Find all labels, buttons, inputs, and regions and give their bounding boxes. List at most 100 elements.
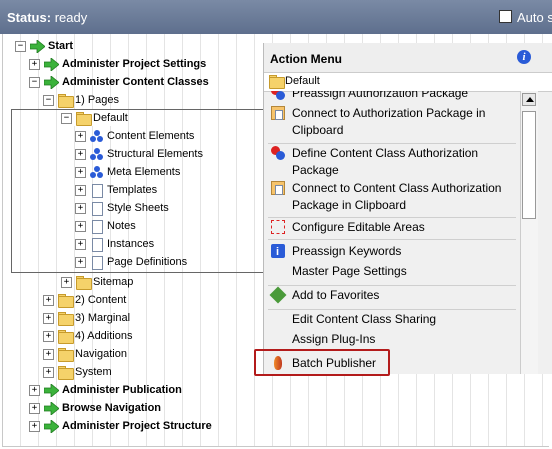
tree-node-structural-elements[interactable]: + Structural Elements xyxy=(75,146,203,162)
tree-node-notes[interactable]: + Notes xyxy=(75,218,136,234)
expand-icon[interactable]: + xyxy=(75,166,86,178)
expand-icon[interactable]: + xyxy=(43,294,54,306)
tree-node-label: 3) Marginal xyxy=(75,312,131,325)
tree-node-meta-elements[interactable]: + Meta Elements xyxy=(75,164,180,180)
expand-icon[interactable]: + xyxy=(75,238,86,250)
expand-icon[interactable]: + xyxy=(61,276,72,288)
package-icon xyxy=(271,181,285,195)
tree-node-navigation[interactable]: + Navigation xyxy=(43,346,127,362)
menu-item-label: Edit Content Class Sharing xyxy=(292,312,437,326)
tree-node-admin-project-settings[interactable]: + Administer Project Settings xyxy=(29,56,206,72)
menu-item-preassign-keywords[interactable]: Preassign Keywords xyxy=(268,243,516,261)
tree-node-style-sheets[interactable]: + Style Sheets xyxy=(75,200,169,216)
tree-node-default[interactable]: − Default xyxy=(61,110,128,126)
tree-node-admin-publication[interactable]: + Administer Publication xyxy=(29,382,182,398)
folder-icon xyxy=(58,311,74,326)
scroll-thumb[interactable] xyxy=(522,111,536,219)
menu-item-label: Connect to Content Class Authorization P… xyxy=(292,181,502,212)
expand-icon[interactable]: + xyxy=(29,384,40,396)
status-value: ready xyxy=(54,10,88,25)
menu-item-assign-plugins[interactable]: Assign Plug-Ins xyxy=(268,331,516,349)
collapse-icon[interactable]: − xyxy=(61,112,72,124)
expand-icon[interactable]: + xyxy=(29,402,40,414)
expand-icon[interactable]: + xyxy=(75,256,86,268)
elements-icon xyxy=(90,165,104,179)
expand-icon[interactable]: + xyxy=(75,130,86,142)
green-arrow-icon xyxy=(29,38,46,54)
expand-icon[interactable]: + xyxy=(43,348,54,360)
tree-node-content[interactable]: +2) Content xyxy=(43,292,126,308)
expand-icon[interactable]: + xyxy=(29,58,40,70)
menu-item-define-cc-auth[interactable]: Define Content Class Authorization Packa… xyxy=(268,145,516,181)
menu-item-configure-editable[interactable]: Configure Editable Areas xyxy=(268,219,516,237)
tree-node-label: Meta Elements xyxy=(107,166,181,179)
tree-node-label: Style Sheets xyxy=(107,202,169,215)
info-icon[interactable]: i xyxy=(517,50,531,64)
tree-node-content-elements[interactable]: + Content Elements xyxy=(75,128,194,144)
tree-node-instances[interactable]: + Instances xyxy=(75,236,154,252)
tree-node-label: Navigation xyxy=(75,348,127,361)
green-arrow-icon xyxy=(43,418,60,434)
menu-item-label: Define Content Class Authorization Packa… xyxy=(292,146,479,177)
tree-node-label: Templates xyxy=(107,184,158,197)
folder-icon xyxy=(58,293,74,308)
collapse-icon[interactable]: − xyxy=(15,40,26,52)
tree-node-marginal[interactable]: +3) Marginal xyxy=(43,310,130,326)
tree-node-label: Administer Project Structure xyxy=(62,420,212,433)
auto-refresh-checkbox[interactable] xyxy=(499,10,512,23)
action-menu-context: Default xyxy=(264,72,552,92)
action-menu-scrollbar[interactable] xyxy=(520,91,538,374)
auto-refresh-toggle[interactable]: Auto s xyxy=(499,10,552,25)
tree-node-system[interactable]: + System xyxy=(43,364,112,380)
menu-item-add-favorites[interactable]: Add to Favorites xyxy=(268,287,516,305)
menu-item-label: Master Page Settings xyxy=(292,264,407,278)
tree-node-sitemap[interactable]: + Sitemap xyxy=(61,274,133,290)
tree-node-label: Administer Project Settings xyxy=(62,58,207,71)
menu-item-label: Connect to Authorization Package in Clip… xyxy=(292,106,486,137)
tree-node-additions[interactable]: +4) Additions xyxy=(43,328,132,344)
tree-node-label: 4) Additions xyxy=(75,330,133,343)
tree-node-browse-navigation[interactable]: + Browse Navigation xyxy=(29,400,161,416)
expand-icon[interactable]: + xyxy=(75,184,86,196)
status-text: Status: ready xyxy=(7,10,87,25)
tree-node-templates[interactable]: + Templates xyxy=(75,182,157,198)
page-icon xyxy=(90,183,104,198)
folder-icon xyxy=(58,347,74,362)
collapse-icon[interactable]: − xyxy=(29,76,40,88)
expand-icon[interactable]: + xyxy=(43,366,54,378)
scroll-up-button[interactable] xyxy=(522,93,536,106)
tree-node-admin-project-structure[interactable]: + Administer Project Structure xyxy=(29,418,212,434)
tree-node-admin-content-classes[interactable]: − Administer Content Classes xyxy=(29,74,209,90)
menu-item-edit-sharing[interactable]: Edit Content Class Sharing xyxy=(268,311,516,329)
expand-icon[interactable]: + xyxy=(43,312,54,324)
menu-item-label: Preassign Authorization Package xyxy=(292,91,469,100)
menu-item-connect-cc-auth[interactable]: Connect to Content Class Authorization P… xyxy=(268,180,516,216)
menu-item-label: Assign Plug-Ins xyxy=(292,332,376,346)
tree-node-start[interactable]: − Start xyxy=(15,38,73,54)
folder-icon xyxy=(269,75,285,89)
keywords-icon xyxy=(271,244,285,261)
expand-icon[interactable]: + xyxy=(75,202,86,214)
tree-node-page-definitions[interactable]: + Page Definitions xyxy=(75,254,187,270)
menu-item-preassign-auth-pkg[interactable]: Preassign Authorization Package xyxy=(268,91,516,103)
expand-icon[interactable]: + xyxy=(29,420,40,432)
tree-node-label: Sitemap xyxy=(93,276,134,289)
elements-icon xyxy=(90,129,104,143)
expand-icon[interactable]: + xyxy=(75,220,86,232)
folder-icon xyxy=(58,93,74,108)
menu-separator xyxy=(268,285,516,286)
tree-node-label: System xyxy=(75,366,112,379)
menu-item-master-page-settings[interactable]: Master Page Settings xyxy=(268,263,516,281)
favorites-icon xyxy=(271,288,285,302)
page-icon xyxy=(90,201,104,216)
tree-node-label: Page Definitions xyxy=(107,256,188,269)
menu-separator xyxy=(268,143,516,144)
green-arrow-icon xyxy=(43,382,60,398)
tree-node-pages[interactable]: − 1) Pages xyxy=(43,92,119,108)
action-menu-list: Preassign Authorization Package Connect t… xyxy=(264,91,518,374)
expand-icon[interactable]: + xyxy=(43,330,54,342)
menu-item-connect-auth-pkg[interactable]: Connect to Authorization Package in Clip… xyxy=(268,105,516,141)
collapse-icon[interactable]: − xyxy=(43,94,54,106)
expand-icon[interactable]: + xyxy=(75,148,86,160)
tree-node-label: Instances xyxy=(107,238,155,251)
